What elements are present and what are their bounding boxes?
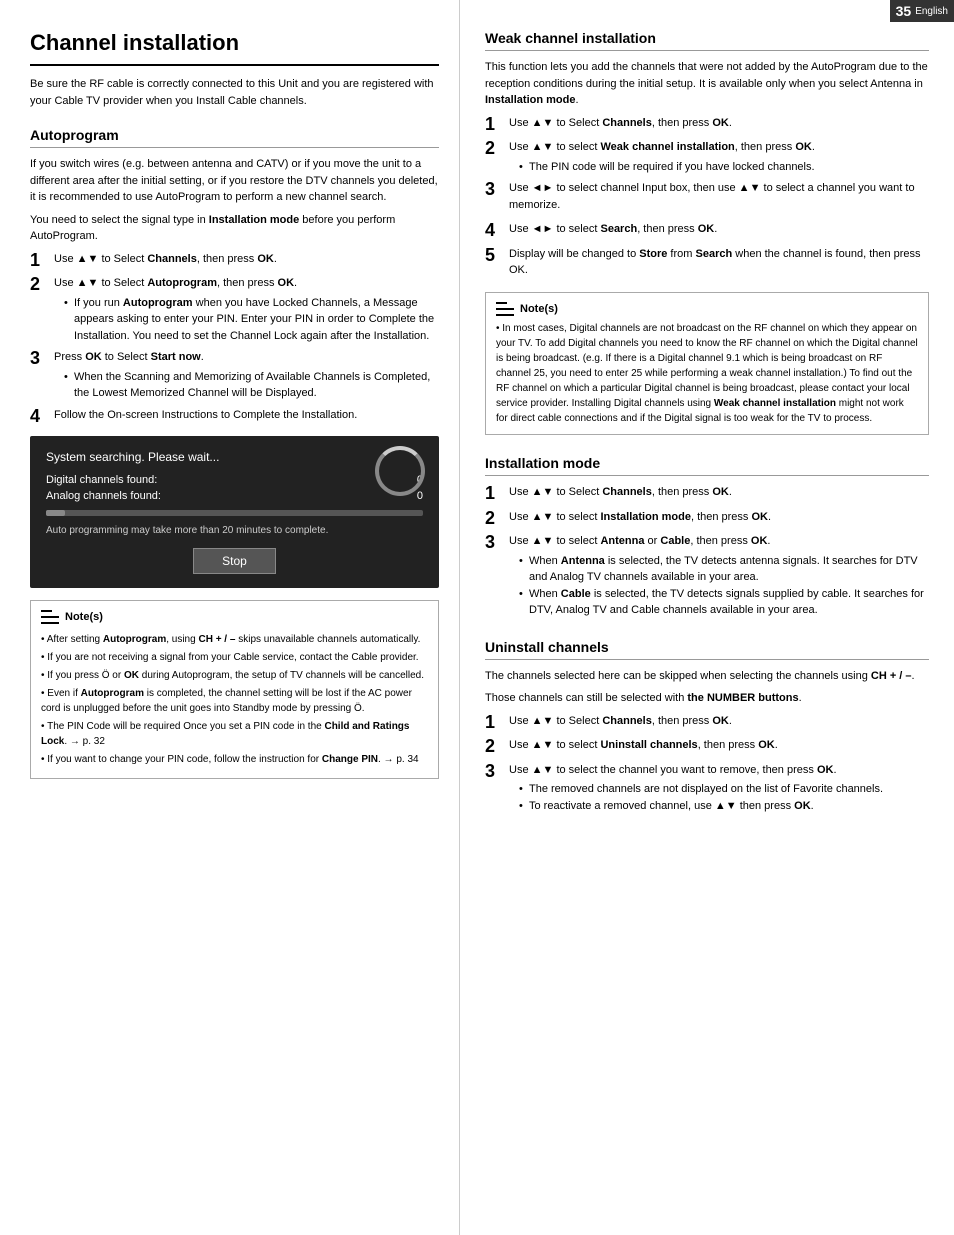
step-number-2: 2 [30, 275, 48, 344]
note-5: • The PIN Code will be required Once you… [41, 719, 428, 749]
uninstall-step-num-1: 1 [485, 713, 503, 733]
autoprogram-steps: 1 Use ▲▼ to Select Channels, then press … [30, 251, 439, 427]
notes-header: Note(s) [41, 609, 428, 626]
weak-step-num-2: 2 [485, 139, 503, 175]
autoprogram-intro1: If you switch wires (e.g. between antenn… [30, 156, 439, 206]
weak-channel-title: Weak channel installation [485, 30, 929, 51]
step-number-4: 4 [30, 407, 48, 427]
notes-title: Note(s) [65, 609, 103, 626]
step-3-content: Press OK to Select Start now. When the S… [54, 349, 439, 402]
page-number: 35 [896, 3, 912, 19]
weak-note-text: • In most cases, Digital channels are no… [496, 321, 918, 426]
note-6: • If you want to change your PIN code, f… [41, 752, 428, 767]
scan-title: System searching. Please wait... [46, 450, 423, 464]
weak-step-3: 3 Use ◄► to select channel Input box, th… [485, 180, 929, 216]
analog-label: Analog channels found: [46, 490, 161, 502]
autoprogram-intro2: You need to select the signal type in In… [30, 212, 439, 245]
weak-step-4: 4 Use ◄► to select Search, then press OK… [485, 221, 929, 241]
autoprogram-step-1: 1 Use ▲▼ to Select Channels, then press … [30, 251, 439, 271]
install-step-1: 1 Use ▲▼ to Select Channels, then press … [485, 484, 929, 504]
scan-box: System searching. Please wait... Digital… [30, 436, 439, 588]
weak-step-5: 5 Display will be changed to Store from … [485, 246, 929, 282]
intro-text: Be sure the RF cable is correctly connec… [30, 76, 439, 109]
autoprogram-step-2: 2 Use ▲▼ to Select Autoprogram, then pre… [30, 275, 439, 344]
step-number-3: 3 [30, 349, 48, 402]
progress-bar [46, 510, 423, 516]
uninstall-step-2: 2 Use ▲▼ to select Uninstall channels, t… [485, 737, 929, 757]
uninstall-step-3: 3 Use ▲▼ to select the channel you want … [485, 762, 929, 815]
install-step-num-1: 1 [485, 484, 503, 504]
autoprogram-step-4: 4 Follow the On-screen Instructions to C… [30, 407, 439, 427]
note-4: • Even if Autoprogram is completed, the … [41, 686, 428, 716]
weak-channel-section: Weak channel installation This function … [485, 30, 929, 435]
page-language: English [915, 6, 948, 17]
weak-step-2: 2 Use ▲▼ to select Weak channel installa… [485, 139, 929, 175]
uninstall-intro2: Those channels can still be selected wit… [485, 690, 929, 707]
autoprogram-step-3: 3 Press OK to Select Start now. When the… [30, 349, 439, 402]
progress-fill [46, 510, 65, 516]
weak-step-num-5: 5 [485, 246, 503, 282]
uninstall-step-num-3: 3 [485, 762, 503, 815]
weak-step-num-1: 1 [485, 115, 503, 135]
weak-step-1: 1 Use ▲▼ to Select Channels, then press … [485, 115, 929, 135]
install-step-num-2: 2 [485, 509, 503, 529]
installation-mode-steps: 1 Use ▲▼ to Select Channels, then press … [485, 484, 929, 619]
autoprogram-title: Autoprogram [30, 127, 439, 148]
install-step-2: 2 Use ▲▼ to select Installation mode, th… [485, 509, 929, 529]
right-column: Weak channel installation This function … [460, 0, 954, 1235]
note-1: • After setting Autoprogram, using CH + … [41, 632, 428, 647]
weak-channel-note-box: Note(s) • In most cases, Digital channel… [485, 292, 929, 436]
uninstall-step-num-2: 2 [485, 737, 503, 757]
scan-spinner [375, 446, 425, 496]
uninstall-channels-title: Uninstall channels [485, 639, 929, 660]
page-number-badge: 35 English [890, 0, 954, 22]
note-2: • If you are not receiving a signal from… [41, 650, 428, 665]
digital-label: Digital channels found: [46, 474, 157, 486]
installation-mode-title: Installation mode [485, 455, 929, 476]
analog-channels-row: Analog channels found: 0 [46, 490, 423, 502]
weak-notes-title: Note(s) [520, 301, 558, 318]
scan-note: Auto programming may take more than 20 m… [46, 524, 423, 538]
uninstall-steps: 1 Use ▲▼ to Select Channels, then press … [485, 713, 929, 815]
uninstall-step-1: 1 Use ▲▼ to Select Channels, then press … [485, 713, 929, 733]
install-step-num-3: 3 [485, 533, 503, 619]
note-3: • If you press Ö or OK during Autoprogra… [41, 668, 428, 683]
analog-value: 0 [417, 490, 423, 502]
stop-button[interactable]: Stop [193, 548, 276, 574]
weak-step-num-4: 4 [485, 221, 503, 241]
weak-channel-steps: 1 Use ▲▼ to Select Channels, then press … [485, 115, 929, 282]
weak-step-num-3: 3 [485, 180, 503, 216]
step-4-content: Follow the On-screen Instructions to Com… [54, 407, 439, 427]
notes-icon [41, 610, 59, 624]
weak-notes-icon [496, 302, 514, 316]
uninstall-intro1: The channels selected here can be skippe… [485, 668, 929, 685]
weak-notes-header: Note(s) [496, 301, 918, 318]
step-1-content: Use ▲▼ to Select Channels, then press OK… [54, 251, 439, 271]
step-2-content: Use ▲▼ to Select Autoprogram, then press… [54, 275, 439, 344]
uninstall-channels-section: Uninstall channels The channels selected… [485, 639, 929, 815]
autoprogram-notes-box: Note(s) • After setting Autoprogram, usi… [30, 600, 439, 779]
page-title: Channel installation [30, 30, 439, 66]
step-number-1: 1 [30, 251, 48, 271]
installation-mode-section: Installation mode 1 Use ▲▼ to Select Cha… [485, 455, 929, 619]
install-step-3: 3 Use ▲▼ to select Antenna or Cable, the… [485, 533, 929, 619]
digital-channels-row: Digital channels found: 0 [46, 474, 423, 486]
left-column: Channel installation Be sure the RF cabl… [0, 0, 460, 1235]
weak-channel-intro: This function lets you add the channels … [485, 59, 929, 109]
